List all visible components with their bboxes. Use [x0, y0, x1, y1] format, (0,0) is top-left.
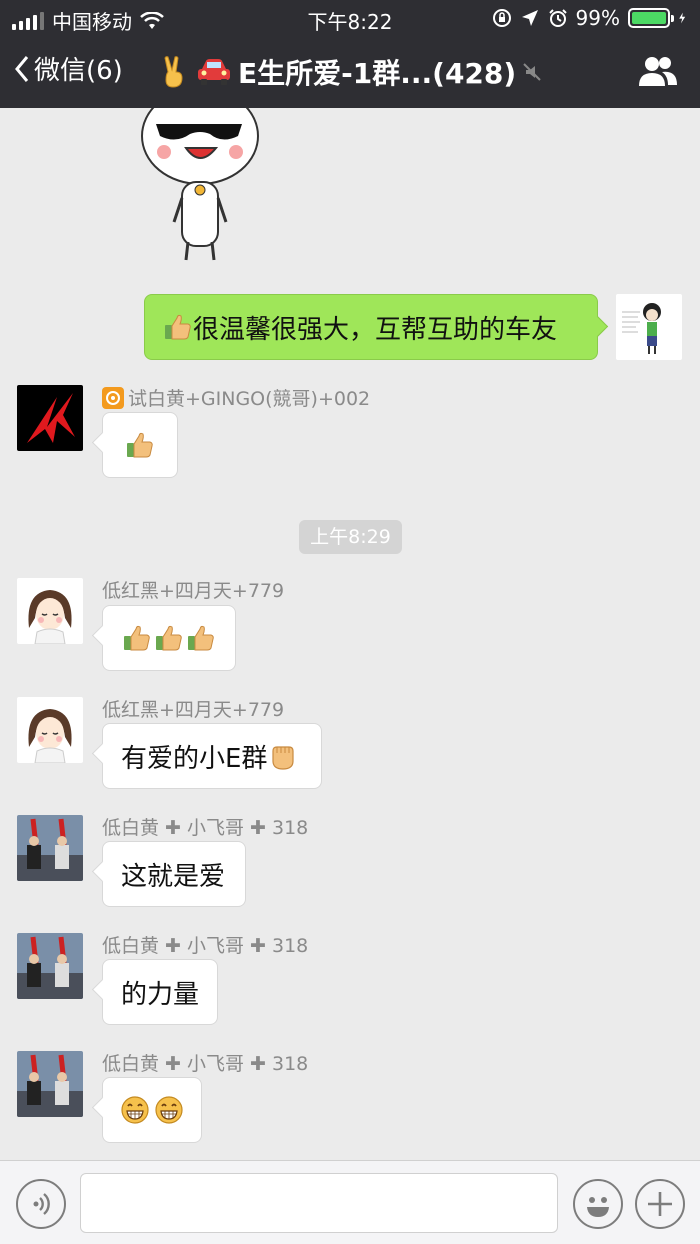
incoming-message-bubble[interactable]: 这就是爱 [102, 841, 246, 907]
thumbs-up-icon [156, 625, 182, 651]
biohazard-icon [102, 386, 124, 409]
location-icon [521, 10, 538, 26]
sender-name: 低白黄 ✚ 小飞哥 ✚ 318 [102, 1053, 309, 1075]
message-text: 的力量 [121, 979, 200, 1010]
incoming-message-bubble[interactable] [102, 1077, 202, 1143]
alarm-icon [548, 9, 567, 27]
back-button[interactable]: 微信(6) [14, 50, 123, 87]
sender-avatar[interactable] [17, 578, 83, 644]
thumbs-up-icon [165, 314, 191, 340]
message-text: 有爱的小E群 [121, 743, 268, 774]
sender-avatar[interactable] [17, 815, 83, 881]
plus-icon [648, 1192, 672, 1216]
voice-icon [33, 1193, 50, 1215]
battery-percent: 99% [575, 6, 620, 30]
thumbs-up-icon [124, 625, 150, 651]
my-avatar[interactable] [616, 294, 682, 360]
chat-title: E生所爱-1群...(428) [160, 52, 560, 92]
top-bar: 中国移动 下午8:22 99% 微信(6) E生所爱-1群...(428) [0, 0, 700, 108]
incoming-message-bubble[interactable]: 有爱的小E群 [102, 723, 322, 789]
add-button[interactable] [635, 1179, 685, 1229]
time-divider: 上午8:29 [299, 520, 402, 554]
navigation-bar: 微信(6) E生所爱-1群...(428) [0, 36, 700, 108]
incoming-message-bubble[interactable]: 的力量 [102, 959, 218, 1025]
charging-icon [679, 12, 686, 24]
victory-hand-icon [164, 56, 183, 88]
sender-name: 低白黄 ✚ 小飞哥 ✚ 318 [102, 935, 309, 957]
rotation-lock-icon [492, 9, 511, 27]
incoming-message-bubble[interactable] [102, 605, 236, 671]
thumbs-up-icon [188, 625, 214, 651]
sender-avatar[interactable] [17, 385, 83, 451]
sender-avatar[interactable] [17, 697, 83, 763]
sender-avatar[interactable] [17, 1051, 83, 1117]
voice-button[interactable] [16, 1179, 66, 1229]
group-members-icon[interactable] [638, 54, 678, 88]
battery-icon [628, 8, 674, 28]
car-icon [198, 59, 230, 85]
grin-icon [121, 1096, 149, 1124]
sender-name: 低白黄 ✚ 小飞哥 ✚ 318 [102, 817, 309, 839]
status-bar: 中国移动 下午8:22 99% [0, 0, 700, 36]
message-input[interactable] [80, 1173, 558, 1233]
back-label: 微信(6) [34, 56, 123, 86]
thumbs-up-icon [127, 432, 153, 458]
grin-icon [155, 1096, 183, 1124]
emoji-button[interactable] [573, 1179, 623, 1229]
emoji-icon [587, 1197, 609, 1217]
message-text: 这就是爱 [121, 861, 226, 892]
chat-area[interactable]: 很温馨很强大，互帮互助的车友 试白黄+GINGO(競哥)+002 上午8:29 [0, 108, 700, 1160]
sender-name: 试白黄+GINGO(競哥)+002 [102, 384, 370, 411]
sender-name: 低红黑+四月天+779 [102, 699, 285, 721]
battery-fill [632, 12, 666, 24]
outgoing-message-bubble[interactable]: 很温馨很强大，互帮互助的车友 [144, 294, 598, 360]
sender-name: 低红黑+四月天+779 [102, 580, 285, 602]
chat-title-text: E生所爱-1群...(428) [238, 57, 517, 90]
sticker-cool-face[interactable] [138, 108, 262, 264]
outgoing-message-text: 很温馨很强大，互帮互助的车友 [193, 314, 558, 345]
chevron-left-icon [15, 55, 29, 82]
input-bar [0, 1160, 700, 1244]
sender-avatar[interactable] [17, 933, 83, 999]
incoming-message-bubble[interactable] [102, 412, 178, 478]
mute-icon [523, 63, 541, 81]
raised-fist-icon [272, 746, 295, 770]
